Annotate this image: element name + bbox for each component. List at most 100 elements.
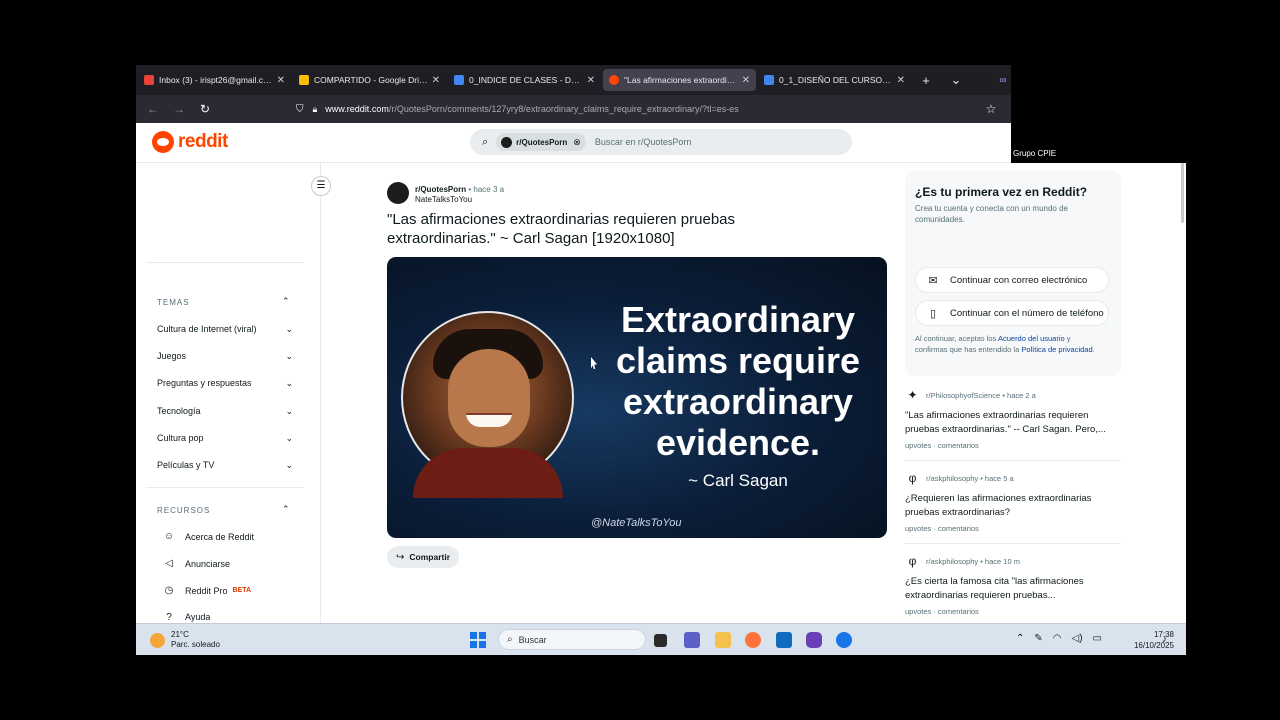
- divider: [905, 543, 1121, 544]
- browser-nav-bar: ← → ↻ ⛉ 🔒︎ www.reddit.com/r/QuotesPorn/c…: [136, 95, 1011, 123]
- related-post[interactable]: φ r/askphilosophy • hace 10 m ¿Es cierta …: [905, 554, 1111, 616]
- related-post[interactable]: φ r/askphilosophy • hace 5 a ¿Requieren l…: [905, 471, 1111, 533]
- sidebar-item-acerca[interactable]: ☺ Acerca de Reddit: [162, 531, 254, 542]
- app-icon[interactable]: [806, 632, 822, 648]
- post-author[interactable]: NateTalksToYou: [415, 195, 472, 204]
- tab-diseno[interactable]: 0_1_DISEÑO DEL CURSO 25_26 ✕: [758, 69, 911, 91]
- firefox-icon[interactable]: [745, 632, 761, 648]
- address-bar[interactable]: ⛉ 🔒︎ www.reddit.com/r/QuotesPorn/comment…: [296, 99, 976, 119]
- section-header-temas[interactable]: TEMAS: [157, 298, 190, 307]
- reddit-logo[interactable]: reddit: [152, 131, 228, 153]
- reload-button[interactable]: ↻: [192, 102, 218, 116]
- post-age: • hace 3 a: [468, 185, 505, 194]
- logo-text: reddit: [178, 131, 228, 152]
- back-button[interactable]: ←: [140, 102, 166, 116]
- tab-reddit[interactable]: "Las afirmaciones extraordinari ✕: [603, 69, 756, 91]
- sidebar-item-tecnologia[interactable]: Tecnología ⌄: [157, 406, 293, 417]
- teams-icon[interactable]: [684, 632, 700, 648]
- chevron-up-icon[interactable]: ⌃: [282, 296, 290, 307]
- section-header-recursos[interactable]: RECURSOS: [157, 506, 210, 515]
- sidebar-item-juegos[interactable]: Juegos ⌄: [157, 351, 293, 362]
- sidebar-item-ayuda[interactable]: ? Ayuda: [162, 612, 210, 623]
- notification-icon[interactable]: ♪: [1162, 634, 1167, 645]
- pro-icon: ◷: [164, 585, 174, 596]
- start-button[interactable]: [470, 632, 486, 648]
- sidebar-item-label: Ayuda: [185, 612, 211, 622]
- tab-gmail[interactable]: Inbox (3) - irispt26@gmail.com ✕: [138, 69, 291, 91]
- continue-phone-button[interactable]: ▯ Continuar con el número de teléfono: [915, 300, 1109, 326]
- close-tab-icon[interactable]: ✕: [587, 75, 595, 86]
- sidebar-item-label: Acerca de Reddit: [185, 531, 255, 542]
- pen-icon[interactable]: ✎: [1034, 633, 1042, 644]
- related-title[interactable]: ¿Es cierta la famosa cita "las afirmacio…: [905, 575, 1111, 603]
- divider: [146, 487, 304, 488]
- close-tab-icon[interactable]: ✕: [432, 75, 440, 86]
- weather-desc: Parc. soleado: [171, 640, 220, 649]
- privacy-policy-link[interactable]: Política de privacidad: [1021, 345, 1092, 354]
- close-tab-icon[interactable]: ✕: [277, 75, 285, 86]
- continue-email-button[interactable]: ✉ Continuar con correo electrónico: [915, 267, 1109, 293]
- new-tab-button[interactable]: +: [911, 73, 941, 88]
- sidebar-item-peliculas[interactable]: Películas y TV ⌄: [157, 460, 293, 471]
- shield-icon[interactable]: ⛉: [296, 104, 304, 115]
- related-subreddit[interactable]: r/askphilosophy: [926, 557, 978, 566]
- chevron-down-icon: ⌄: [285, 406, 293, 416]
- taskbar-search-label: Buscar: [518, 634, 547, 645]
- subreddit-chip[interactable]: r/QuotesPorn ⊗: [496, 133, 586, 151]
- page-scrollbar[interactable]: [1181, 163, 1184, 223]
- tab-list-button[interactable]: ⌄: [941, 72, 971, 88]
- subreddit-avatar[interactable]: [387, 182, 409, 204]
- bookmark-star-icon[interactable]: ☆: [978, 102, 1004, 116]
- battery-icon[interactable]: ▭: [1093, 633, 1102, 644]
- related-subreddit[interactable]: r/askphilosophy: [926, 474, 978, 483]
- related-age: • hace 2 a: [1002, 391, 1036, 400]
- chevron-down-icon: ⌄: [285, 460, 293, 470]
- zoom-icon[interactable]: [836, 632, 852, 648]
- forward-button[interactable]: →: [166, 102, 192, 116]
- sidebar-item-cultura-internet[interactable]: Cultura de Internet (viral) ⌄: [157, 324, 293, 335]
- wifi-icon[interactable]: ◠: [1053, 633, 1062, 644]
- close-tab-icon[interactable]: ✕: [897, 75, 905, 86]
- sidebar-item-cultura-pop[interactable]: Cultura pop ⌄: [157, 433, 293, 444]
- docs-icon: [454, 75, 464, 85]
- volume-icon[interactable]: ◁): [1072, 633, 1083, 644]
- terms-text: Al continuar, aceptas los: [915, 334, 998, 343]
- related-subreddit[interactable]: r/PhilosophyofScience: [926, 391, 1000, 400]
- sidebar-item-reddit-pro[interactable]: ◷ Reddit Pro BETA: [162, 585, 251, 596]
- store-icon[interactable]: [776, 632, 792, 648]
- file-explorer-icon[interactable]: [715, 632, 731, 648]
- user-agreement-link[interactable]: Acuerdo del usuario: [998, 334, 1065, 343]
- sidebar-item-label: Juegos: [157, 351, 187, 361]
- related-post[interactable]: ✦ r/PhilosophyofScience • hace 2 a "Las a…: [905, 388, 1111, 450]
- chevron-up-icon[interactable]: ⌃: [282, 504, 290, 515]
- sidebar-collapse-button[interactable]: ☰: [311, 176, 331, 196]
- chevron-up-icon[interactable]: ⌃: [1016, 633, 1024, 644]
- tab-drive[interactable]: COMPARTIDO - Google Drive ✕: [293, 69, 446, 91]
- sidebar-item-label: Reddit Pro: [185, 585, 228, 596]
- weather-widget[interactable]: 21°C Parc. soleado: [150, 630, 220, 650]
- drive-icon: [299, 75, 309, 85]
- close-tab-icon[interactable]: ✕: [742, 75, 750, 86]
- chip-remove-icon[interactable]: ⊗: [573, 137, 581, 148]
- sidebar-item-anunciarse[interactable]: ◁ Anunciarse: [162, 558, 230, 569]
- post-subreddit-line: r/QuotesPorn • hace 3 a: [415, 185, 504, 194]
- image-attribution: ~ Carl Sagan: [688, 471, 788, 490]
- search-icon: ⌕: [507, 634, 513, 645]
- tab-indice[interactable]: 0_INDICE DE CLASES - Documen ✕: [448, 69, 601, 91]
- taskbar-search[interactable]: ⌕ Buscar: [498, 629, 646, 650]
- portrait-smile: [466, 413, 512, 427]
- screen: Inbox (3) - irispt26@gmail.com ✕ COMPART…: [136, 65, 1186, 655]
- related-title[interactable]: "Las afirmaciones extraordinarias requie…: [905, 409, 1111, 437]
- sidebar-item-preguntas[interactable]: Preguntas y respuestas ⌄: [157, 378, 293, 389]
- related-title[interactable]: ¿Requieren las afirmaciones extraordinar…: [905, 492, 1111, 520]
- windows-taskbar: 21°C Parc. soleado ⌕ Buscar ⌃ ✎ ◠ ◁) ▭ 17:…: [136, 623, 1186, 655]
- search-input[interactable]: ⌕ r/QuotesPorn ⊗ Buscar en r/QuotesPorn: [470, 129, 852, 155]
- task-view-icon[interactable]: [654, 634, 667, 647]
- share-button[interactable]: ↪ Compartir: [387, 546, 460, 568]
- subreddit-link[interactable]: r/QuotesPorn: [415, 185, 466, 194]
- askphilosophy-icon: φ: [908, 554, 917, 568]
- signup-terms: Al continuar, aceptas los Acuerdo del us…: [915, 333, 1105, 355]
- reddit-icon: [609, 75, 619, 85]
- lock-icon[interactable]: 🔒︎: [313, 104, 318, 115]
- post-image[interactable]: Extraordinary claims require extraordina…: [387, 257, 887, 538]
